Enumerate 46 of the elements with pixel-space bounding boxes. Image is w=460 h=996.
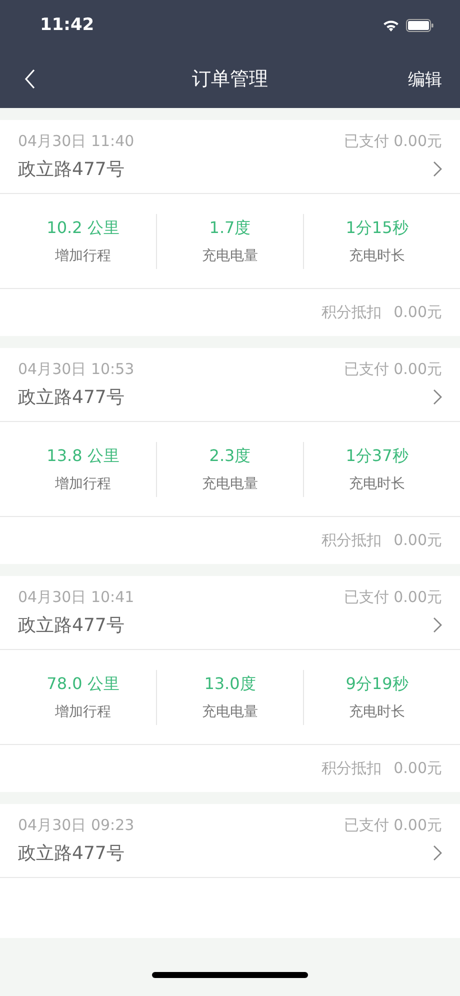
stat-value: 78.0 公里 bbox=[46, 674, 120, 694]
stat-value: 13.8 公里 bbox=[46, 446, 120, 466]
chevron-right-icon[interactable] bbox=[433, 389, 442, 405]
points-label: 积分抵扣 bbox=[322, 531, 382, 550]
stat-value: 1分37秒 bbox=[346, 446, 408, 466]
stat-label: 增加行程 bbox=[55, 702, 111, 720]
wifi-icon bbox=[382, 18, 400, 32]
stat-label: 增加行程 bbox=[55, 474, 111, 492]
stat-label: 充电电量 bbox=[202, 474, 258, 492]
points-value: 0.00元 bbox=[394, 303, 442, 322]
stat-label: 充电电量 bbox=[202, 246, 258, 264]
order-datetime: 04月30日 10:41 bbox=[18, 588, 134, 607]
stat-value: 2.3度 bbox=[209, 446, 251, 466]
stat-label: 充电时长 bbox=[349, 474, 405, 492]
battery-icon bbox=[406, 18, 434, 32]
paid-amount: 已支付 0.00元 bbox=[344, 360, 442, 379]
stat-value: 9分19秒 bbox=[346, 674, 408, 694]
status-time: 11:42 bbox=[40, 15, 94, 35]
stat-label: 充电时长 bbox=[349, 702, 405, 720]
paid-amount: 已支付 0.00元 bbox=[344, 588, 442, 607]
points-value: 0.00元 bbox=[394, 531, 442, 550]
station-address[interactable]: 政立路477号 bbox=[18, 613, 124, 637]
paid-amount: 已支付 0.00元 bbox=[344, 132, 442, 151]
paid-amount: 已支付 0.00元 bbox=[344, 816, 442, 835]
chevron-right-icon[interactable] bbox=[433, 161, 442, 177]
stat-value: 1.7度 bbox=[209, 218, 251, 238]
station-address[interactable]: 政立路477号 bbox=[18, 385, 124, 409]
stat-value: 13.0度 bbox=[204, 674, 256, 694]
order-datetime: 04月30日 11:40 bbox=[18, 132, 134, 151]
stat-label: 充电电量 bbox=[202, 702, 258, 720]
stat-value: 10.2 公里 bbox=[46, 218, 120, 238]
chevron-right-icon[interactable] bbox=[433, 845, 442, 861]
page-title: 订单管理 bbox=[192, 67, 268, 92]
points-value: 0.00元 bbox=[394, 759, 442, 778]
edit-button[interactable]: 编辑 bbox=[408, 68, 442, 90]
station-address[interactable]: 政立路477号 bbox=[18, 841, 124, 865]
order-datetime: 04月30日 09:23 bbox=[18, 816, 134, 835]
points-label: 积分抵扣 bbox=[322, 303, 382, 322]
order-datetime: 04月30日 10:53 bbox=[18, 360, 134, 379]
station-address[interactable]: 政立路477号 bbox=[18, 157, 124, 181]
chevron-right-icon[interactable] bbox=[433, 617, 442, 633]
stat-label: 充电时长 bbox=[349, 246, 405, 264]
stat-label: 增加行程 bbox=[55, 246, 111, 264]
stat-value: 1分15秒 bbox=[346, 218, 408, 238]
points-label: 积分抵扣 bbox=[322, 759, 382, 778]
back-icon[interactable] bbox=[24, 68, 36, 90]
